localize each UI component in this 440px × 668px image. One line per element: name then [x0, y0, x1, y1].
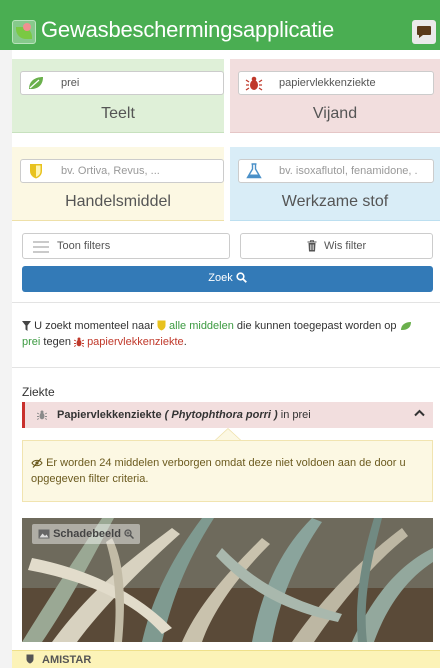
zoom-icon [124, 529, 134, 539]
disease-latin-name: ( Phytophthora porri ) [164, 409, 278, 421]
leaf-icon [29, 77, 43, 89]
summary-against: tegen [43, 336, 71, 348]
search-button-content: Zoek [22, 272, 433, 284]
product-placeholder: bv. Ortiva, Revus, ... [61, 165, 160, 177]
enemy-label: Vijand [312, 105, 358, 122]
summary-prefix: U zoekt momenteel naar [34, 320, 154, 332]
crop-value: prei [61, 77, 80, 89]
bug-icon [74, 337, 84, 347]
product-label: Handelsmiddel [65, 193, 171, 210]
search-icon [236, 272, 247, 283]
enemy-panel: papiervlekkenziekte Vijand [230, 59, 440, 133]
menu-icon [33, 241, 49, 253]
summary-enemy[interactable]: papiervlekkenziekte [87, 336, 184, 348]
left-rail [0, 50, 12, 668]
crop-panel: prei Teelt [12, 59, 224, 133]
chevron-up-icon[interactable] [414, 409, 425, 417]
warning-text: Er worden 24 middelen verborgen omdat de… [31, 457, 406, 485]
app-page: Gewasbeschermingsapplicatie prei Teelt p… [0, 0, 440, 668]
product-name: AMISTAR [42, 654, 92, 666]
summary-all-products-link[interactable]: alle middelen [169, 320, 234, 332]
summary-middle: die kunnen toegepast worden op [236, 320, 397, 332]
clear-filter-button[interactable]: Wis filter [240, 233, 433, 259]
flask-icon [246, 163, 262, 179]
disease-title: Papiervlekkenziekte ( Phytophthora porri… [57, 409, 311, 421]
trash-icon [307, 240, 317, 252]
substance-input[interactable]: bv. isoxaflutol, fenamidone, . [238, 159, 434, 183]
disease-name: Papiervlekkenziekte [57, 409, 162, 421]
show-filters-button[interactable]: Toon filters [22, 233, 230, 259]
app-header: Gewasbeschermingsapplicatie [0, 0, 440, 50]
product-row-amistar[interactable]: AMISTAR [12, 650, 440, 668]
app-title: Gewasbeschermingsapplicatie [41, 17, 334, 42]
warning-pointer-fill [216, 429, 240, 440]
shield-icon [26, 654, 34, 664]
product-input[interactable]: bv. Ortiva, Revus, ... [20, 159, 224, 183]
damage-photo[interactable]: Schadebeeld [22, 518, 433, 642]
damage-photo-badge[interactable]: Schadebeeld [32, 524, 140, 544]
leaf-icon [400, 322, 411, 330]
image-icon [38, 529, 50, 539]
chat-button[interactable] [412, 20, 436, 44]
crop-label: Teelt [101, 105, 135, 122]
app-logo-icon [12, 20, 36, 44]
shield-icon [157, 320, 166, 331]
bug-icon [37, 410, 47, 420]
crop-input[interactable]: prei [20, 71, 224, 95]
damage-photo-label: Schadebeeld [53, 528, 121, 540]
filter-icon [22, 321, 31, 331]
shield-icon [30, 164, 42, 179]
disease-header[interactable]: Papiervlekkenziekte ( Phytophthora porri… [22, 402, 433, 428]
disease-section-label: Ziekte [22, 385, 55, 399]
summary-end: . [183, 336, 187, 348]
clear-filter-label: Wis filter [324, 240, 367, 252]
substance-label: Werkzame stof [281, 193, 389, 210]
search-label: Zoek [208, 272, 233, 284]
hidden-products-warning: Er worden 24 middelen verborgen omdat de… [22, 440, 433, 502]
eye-slash-icon [31, 458, 43, 468]
product-panel: bv. Ortiva, Revus, ... Handelsmiddel [12, 147, 224, 221]
summary-crop[interactable]: prei [22, 336, 40, 348]
substance-placeholder: bv. isoxaflutol, fenamidone, . [279, 165, 418, 177]
divider [12, 302, 440, 303]
substance-panel: bv. isoxaflutol, fenamidone, . Werkzame … [230, 147, 440, 221]
bug-icon [245, 76, 263, 91]
enemy-value: papiervlekkenziekte [279, 77, 376, 89]
divider [12, 367, 440, 368]
search-button[interactable]: Zoek [22, 266, 433, 292]
chat-icon [417, 26, 431, 38]
search-summary: U zoekt momenteel naar alle middelen die… [22, 318, 432, 350]
disease-crop: in prei [280, 409, 311, 421]
show-filters-label: Toon filters [57, 240, 111, 252]
enemy-input[interactable]: papiervlekkenziekte [238, 71, 434, 95]
